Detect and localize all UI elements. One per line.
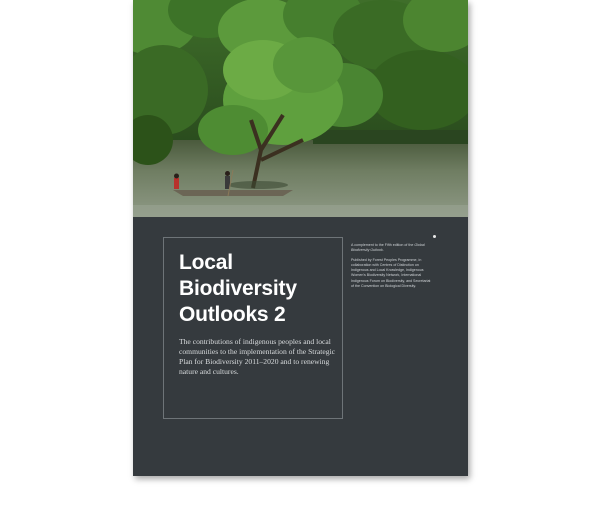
complement-note: A complement to the Fifth edition of the… <box>351 243 425 253</box>
report-subtitle: The contributions of indigenous peoples … <box>179 337 336 376</box>
title-line-3: Outlooks 2 <box>179 303 286 326</box>
publication-notes: A complement to the Fifth edition of the… <box>351 243 433 293</box>
accent-dot <box>433 235 436 238</box>
title-line-1: Local <box>179 251 233 274</box>
publisher-note: Published by Forest Peoples Programme, i… <box>351 257 431 289</box>
report-cover: Local Biodiversity Outlooks 2 The contri… <box>133 0 468 476</box>
cover-photo-river-canoe <box>133 0 468 217</box>
report-title: Local Biodiversity Outlooks 2 <box>179 250 349 328</box>
title-line-2: Biodiversity <box>179 277 297 300</box>
